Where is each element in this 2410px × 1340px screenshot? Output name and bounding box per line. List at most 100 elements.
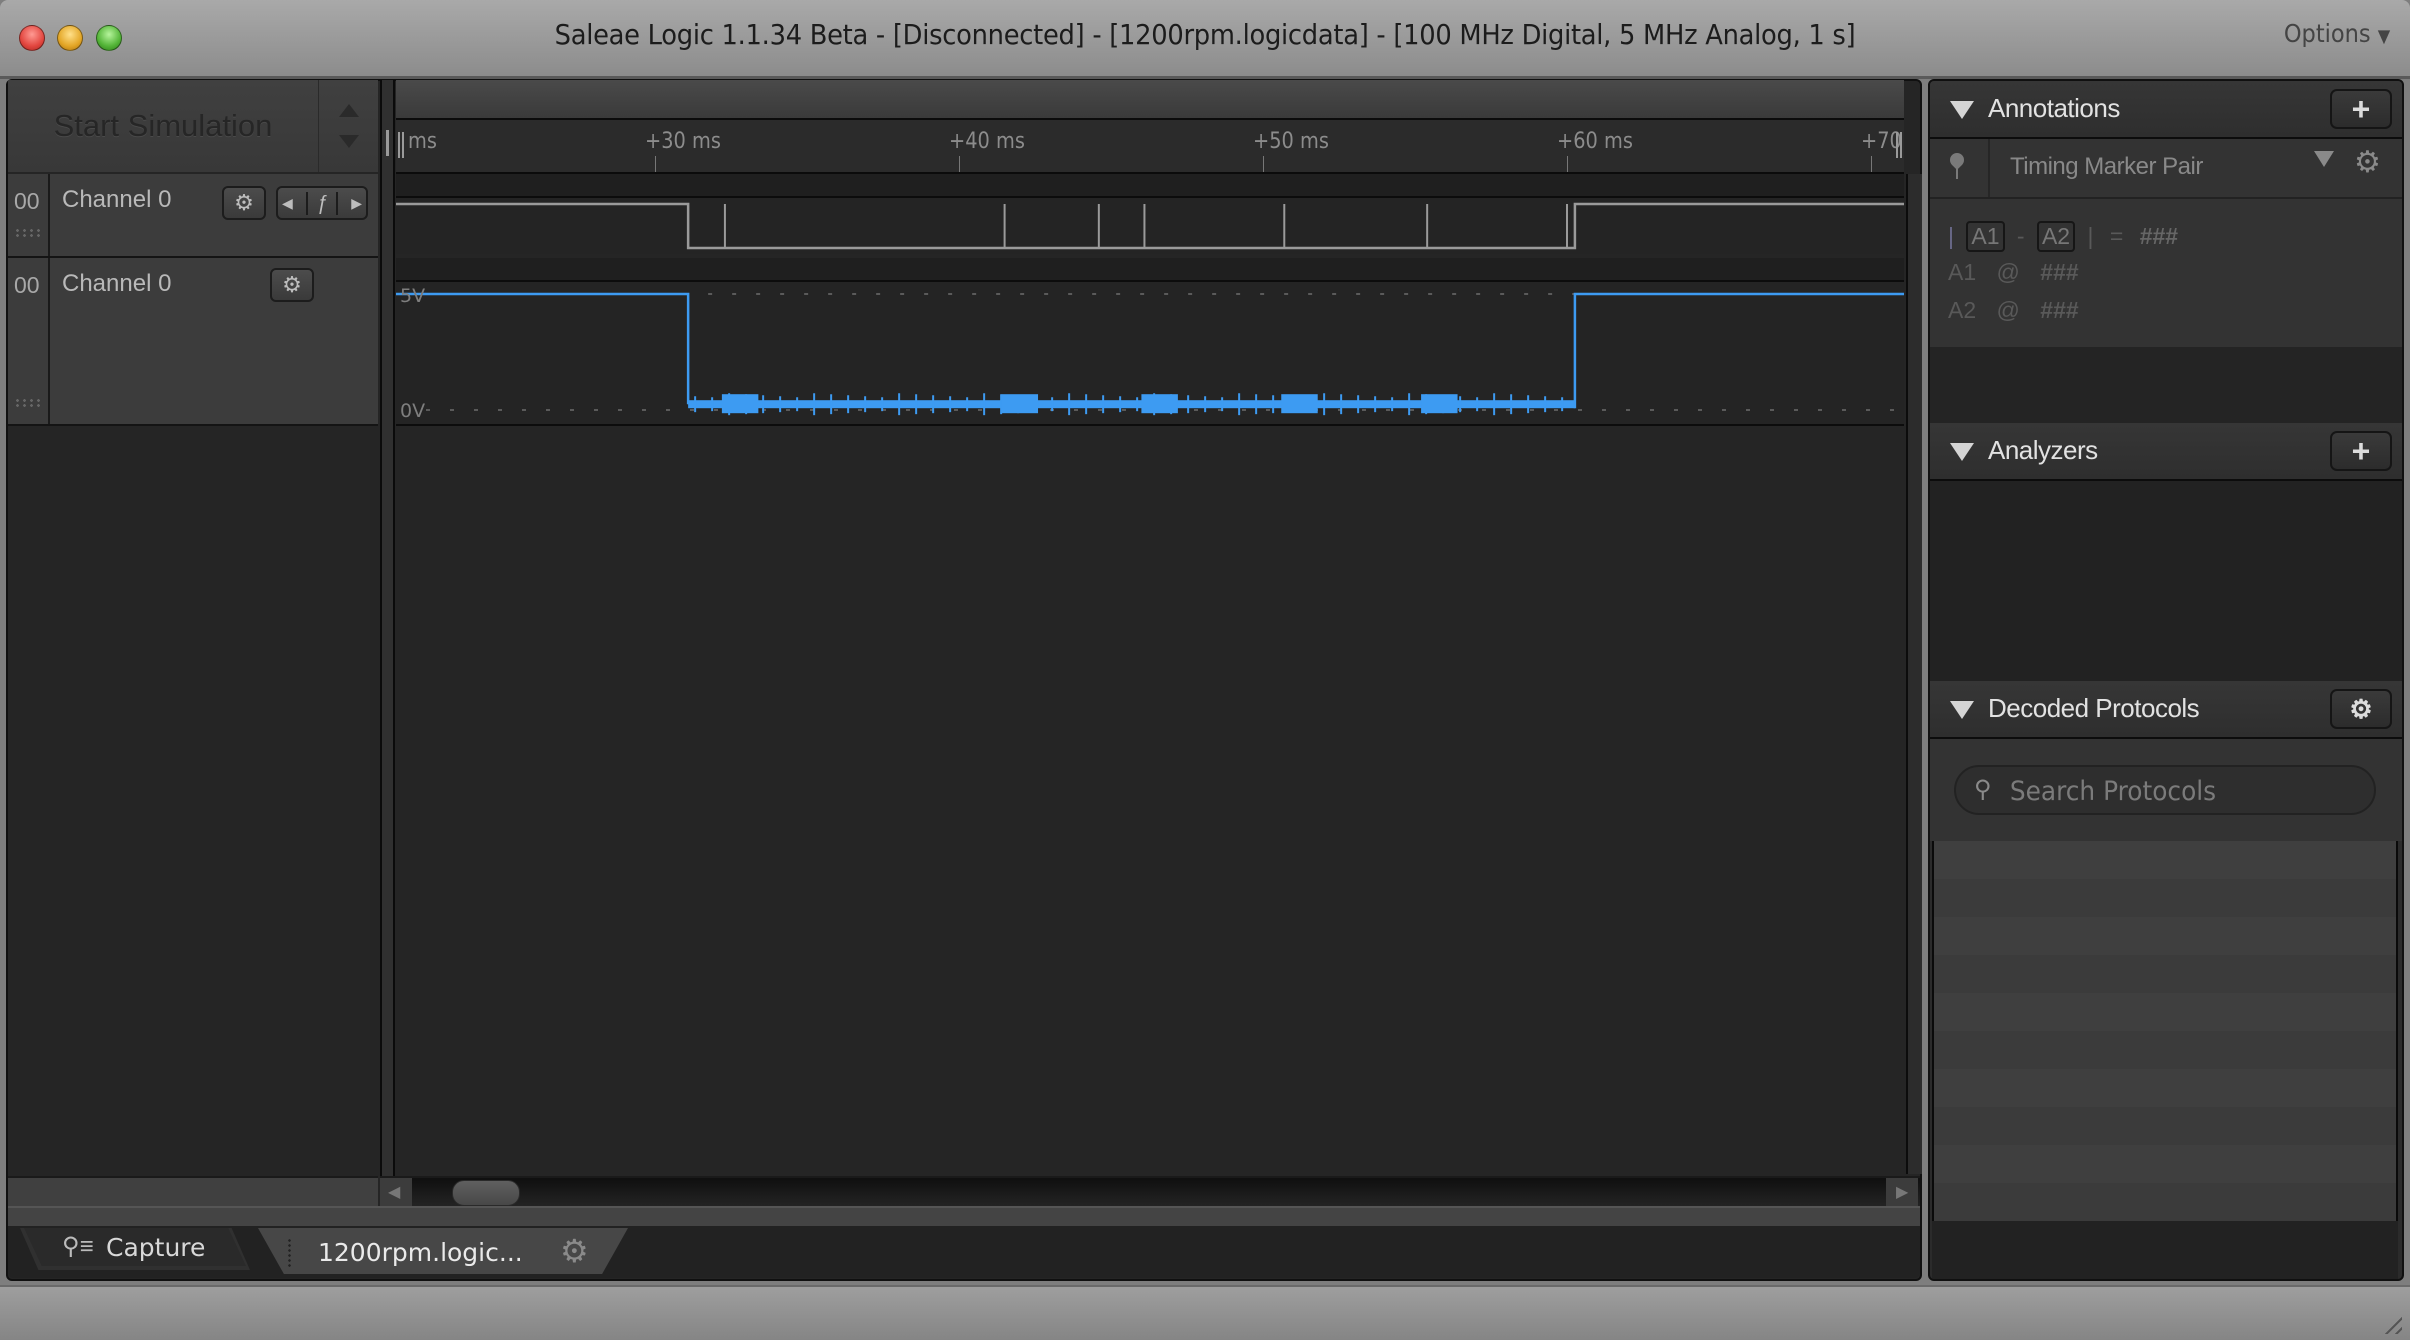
tab-capture-face[interactable]: ⚲≡ Capture [24,1228,246,1266]
simulation-stepper[interactable] [319,80,378,172]
timing-marker-type[interactable]: Timing Marker Pair [2010,153,2203,181]
channel-name[interactable]: Channel 0 [62,270,171,298]
collapse-triangle-icon[interactable] [1950,701,1974,719]
marker-a1-row: A1 @ ### [1948,259,2079,286]
time-ruler[interactable]: ms +30 ms +40 ms +50 ms +60 ms +70 [396,120,1904,175]
vmin-grid-dot [1554,409,1558,411]
waveform-display[interactable]: 5V 0V [396,174,1904,426]
scrollbar-spacer [8,1176,378,1208]
vmin-grid-dot [1122,409,1126,411]
vmin-grid-dot [1794,409,1798,411]
vmin-grid-dot [1266,409,1270,411]
vmin-grid-dot [450,409,454,411]
vmin-grid-dot [1530,409,1534,411]
drag-handle-icon[interactable] [14,398,42,408]
vmin-grid-dot [1842,409,1846,411]
marker-separator [1988,139,1990,197]
formula-minus: - [2016,223,2025,249]
marker-label: A2 [1948,297,1977,323]
vmin-grid-dot [642,409,646,411]
add-analyzer-button[interactable]: + [2330,431,2392,471]
analog-noise [1255,394,1258,415]
marker-a2-row: A2 @ ### [1948,297,2079,324]
collapse-triangle-icon[interactable] [1950,101,1974,119]
marker-settings-gear-icon[interactable]: ⚙ [2354,145,2381,180]
analog-noise [694,396,697,413]
vmin-grid-dot [1698,409,1702,411]
vmin-grid-dot [1386,409,1390,411]
vmax-grid-dot [1236,293,1241,295]
drag-handle-icon[interactable] [14,228,42,238]
search-protocols-input[interactable] [2008,773,2334,809]
channel-name[interactable]: Channel 0 [62,186,171,214]
analog-noise [1459,396,1462,413]
vmax-grid-dot [948,293,953,295]
vmin-grid-dot [1506,409,1510,411]
analog-noise [830,394,833,415]
decoded-protocols-title: Decoded Protocols [1988,693,2200,723]
analog-noise [881,397,884,412]
analog-noise [1493,393,1496,416]
options-label: Options [2283,19,2371,48]
analog-noise [966,397,969,412]
vmax-grid-dot [1188,293,1193,295]
channel-row-digital[interactable]: 00 Channel 0 ⚙ ◀ ƒ ▶ [8,174,378,258]
scrollbar-footer [8,1206,1920,1228]
marker-a1-chip[interactable]: A1 [1966,221,2005,252]
prev-edge-icon[interactable]: ◀ [282,195,293,212]
arrow-down-icon[interactable] [339,135,359,148]
marker-a2-chip[interactable]: A2 [2036,221,2076,252]
analog-noise-burst [721,394,759,414]
timeline-overview-strip[interactable] [396,80,1904,120]
vmax-grid-dot [876,293,881,295]
vertical-scrollbar[interactable] [1906,174,1922,1174]
analog-noise [1136,397,1139,412]
vmax-grid-dot [804,293,809,295]
add-annotation-button[interactable]: + [2330,89,2392,129]
collapse-triangle-icon[interactable] [1950,443,1974,461]
vmax-grid-dot [1044,293,1049,295]
analog-noise-burst [1141,394,1178,414]
tab-file[interactable]: 1200rpm.logic... ⚙ [258,1228,628,1274]
tick-label: +50 ms [1253,129,1329,154]
annotations-header[interactable]: Annotations + [1930,81,2402,139]
marker-type-dropdown-icon[interactable] [2314,151,2334,167]
vmax-grid-dot [1212,293,1217,295]
vmin-grid-dot [570,409,574,411]
vmax-grid-dot [1260,293,1265,295]
decoded-protocols-header[interactable]: Decoded Protocols ⚙ [1930,681,2402,739]
horizontal-scrollbar[interactable] [380,1176,1920,1208]
minimize-window-button[interactable] [57,25,83,51]
channel-row-analog[interactable]: 00 Channel 0 ⚙ [8,258,378,426]
resize-grip-icon[interactable] [2380,1312,2402,1334]
vmin-grid-dot [1890,409,1894,411]
analog-noise [1085,394,1088,415]
channel-panel-splitter[interactable] [380,80,395,1180]
tab-settings-gear-icon[interactable]: ⚙ [560,1232,589,1270]
vmax-grid-dot [1524,293,1529,295]
decoded-protocols-list[interactable] [1932,841,2398,1261]
analog-noise [1272,395,1275,414]
start-simulation-button[interactable]: Start Simulation [8,80,319,172]
scroll-right-button[interactable]: ▶ [1886,1178,1918,1206]
close-window-button[interactable] [19,25,45,51]
channel-settings-button[interactable]: ⚙ [270,268,314,302]
annotations-spacer [1930,347,2402,423]
scroll-left-button[interactable]: ◀ [380,1178,412,1206]
trigger-edge-icon[interactable]: ƒ [306,191,338,215]
vmax-grid-dot [1476,293,1481,295]
next-edge-icon[interactable]: ▶ [351,195,362,212]
horizontal-scroll-thumb[interactable] [452,1180,520,1206]
decoded-protocols-settings-button[interactable]: ⚙ [2330,689,2392,729]
gear-icon: ⚙ [234,190,254,215]
arrow-up-icon[interactable] [339,104,359,117]
analog-noise [1391,397,1394,412]
channel-settings-button[interactable]: ⚙ [222,186,266,220]
analog-noise [779,396,782,413]
analog-noise [813,393,816,416]
analog-noise [1068,393,1071,416]
analyzers-header[interactable]: Analyzers + [1930,423,2402,481]
search-protocols-field[interactable]: ⚲ [1954,765,2376,815]
options-menu-button[interactable]: Options ▼ [2284,19,2390,48]
channel-index-cell: 00 [8,258,50,424]
